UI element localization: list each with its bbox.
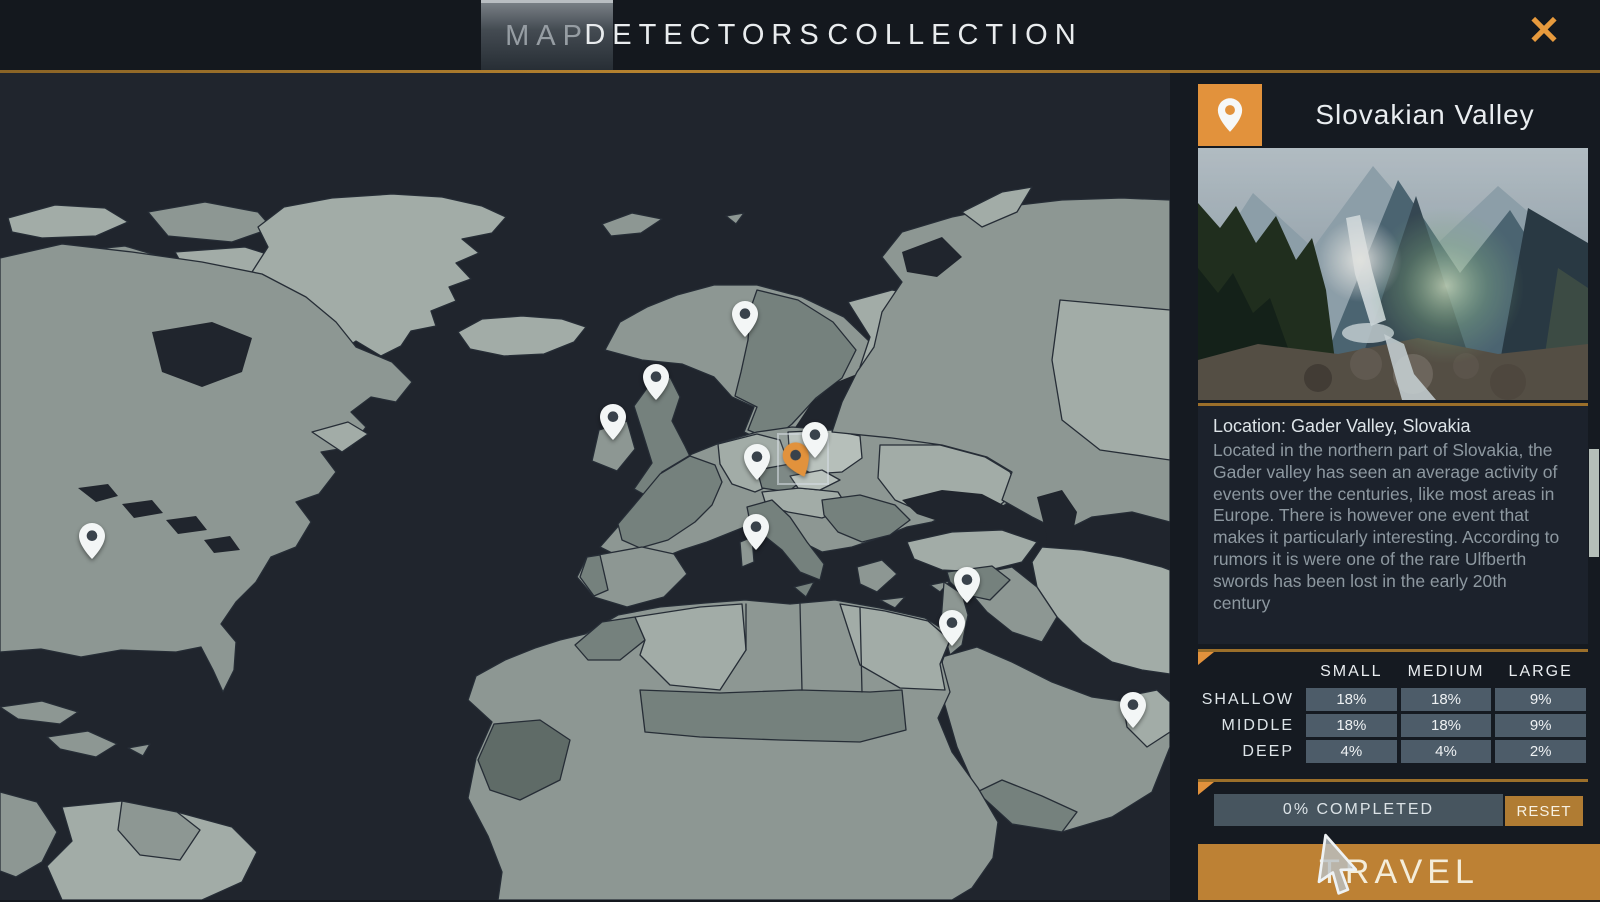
loot-chance-table: SMALL MEDIUM LARGE SHALLOW 18% 18% 9% MI…	[1198, 663, 1588, 766]
scrollbar-thumb[interactable]	[1589, 449, 1599, 557]
location-pin-icon	[1216, 97, 1244, 133]
column-header-small: SMALL	[1306, 663, 1397, 685]
column-header-medium: MEDIUM	[1401, 663, 1492, 685]
tab-map-label: MAP	[505, 20, 589, 53]
tab-detectors-label: DETECTORS	[584, 19, 825, 52]
travel-button[interactable]: TRAVEL	[1198, 844, 1600, 900]
description-scroll-area[interactable]: Located in the northern part of Slovakia…	[1213, 440, 1564, 626]
row-label-shallow: SHALLOW	[1198, 691, 1304, 709]
location-panel: Slovakian Valley	[1170, 73, 1600, 900]
table-row: DEEP 4% 4% 2%	[1198, 740, 1588, 763]
cell-middle-medium: 18%	[1401, 714, 1492, 737]
close-icon[interactable]: ✕	[1522, 6, 1566, 56]
pin-syria[interactable]	[952, 566, 982, 604]
cell-deep-large: 2%	[1495, 740, 1586, 763]
location-line: Location: Gader Valley, Slovakia	[1213, 416, 1564, 437]
location-photo	[1198, 148, 1588, 400]
tab-detectors[interactable]: DETECTORS	[630, 0, 780, 70]
table-divider	[1198, 649, 1588, 652]
table-row: MIDDLE 18% 18% 9%	[1198, 714, 1588, 737]
column-header-large: LARGE	[1495, 663, 1586, 685]
cell-middle-large: 9%	[1495, 714, 1586, 737]
cell-middle-small: 18%	[1306, 714, 1397, 737]
progress-divider	[1198, 779, 1588, 782]
pin-ireland[interactable]	[598, 403, 628, 441]
reset-button[interactable]: RESET	[1505, 796, 1583, 826]
pin-scotland[interactable]	[641, 363, 671, 401]
table-row: SHALLOW 18% 18% 9%	[1198, 688, 1588, 711]
pin-central-europe[interactable]	[742, 443, 772, 481]
row-label-deep: DEEP	[1198, 743, 1304, 761]
pin-slovakia[interactable]	[800, 421, 830, 459]
top-bar: MAP DETECTORS COLLECTION ✕	[0, 0, 1600, 70]
tab-collection-label: COLLECTION	[827, 19, 1082, 52]
world-map-graphic	[0, 73, 1170, 900]
pin-levant[interactable]	[937, 609, 967, 647]
pin-oman[interactable]	[1118, 691, 1148, 729]
location-title: Slovakian Valley	[1262, 84, 1588, 146]
tab-collection[interactable]: COLLECTION	[855, 0, 1055, 70]
description-box: Location: Gader Valley, Slovakia Located…	[1198, 406, 1588, 644]
completion-progress: 0% COMPLETED	[1214, 794, 1503, 826]
description-text: Located in the northern part of Slovakia…	[1213, 440, 1564, 614]
cell-shallow-small: 18%	[1306, 688, 1397, 711]
header-accent-line	[0, 70, 1600, 73]
location-pin-badge	[1198, 84, 1262, 146]
cell-shallow-medium: 18%	[1401, 688, 1492, 711]
pin-norway[interactable]	[730, 300, 760, 338]
pin-usa[interactable]	[77, 522, 107, 560]
cell-shallow-large: 9%	[1495, 688, 1586, 711]
row-label-middle: MIDDLE	[1198, 717, 1304, 735]
pin-italy[interactable]	[741, 513, 771, 551]
world-map[interactable]	[0, 73, 1170, 900]
cell-deep-small: 4%	[1306, 740, 1397, 763]
location-header: Slovakian Valley	[1198, 84, 1588, 146]
table-header-row: SMALL MEDIUM LARGE	[1198, 663, 1588, 685]
progress-corner-accent	[1198, 782, 1214, 795]
cell-deep-medium: 4%	[1401, 740, 1492, 763]
